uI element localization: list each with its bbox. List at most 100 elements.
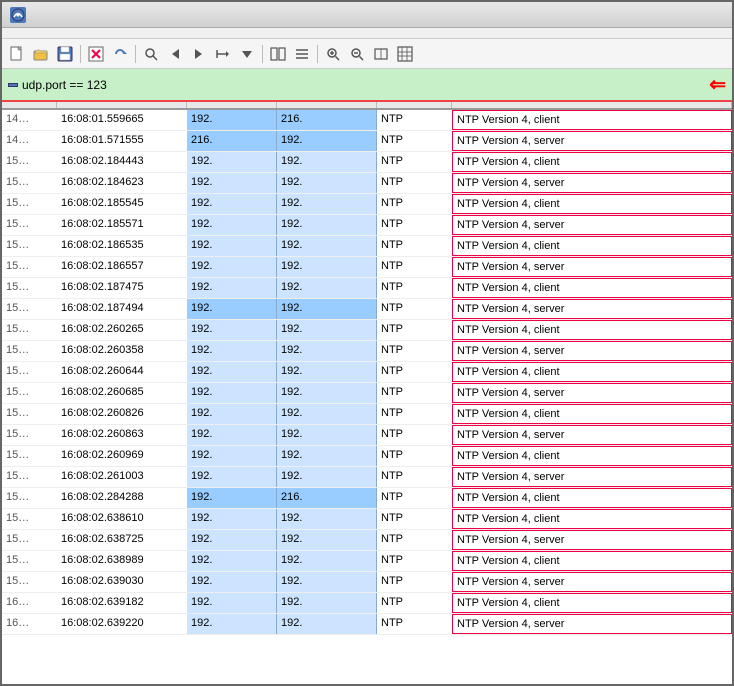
cell-source: 192. <box>187 467 277 487</box>
goto-button[interactable] <box>212 43 234 65</box>
cell-proto: NTP <box>377 131 452 151</box>
cell-time: 16:08:02.639182 <box>57 593 187 613</box>
cell-no: 15… <box>2 488 57 508</box>
table-row[interactable]: 15… 16:08:02.639030 192. 192. NTP NTP Ve… <box>2 572 732 593</box>
open-file-button[interactable] <box>30 43 52 65</box>
table-row[interactable]: 15… 16:08:02.185545 192. 192. NTP NTP Ve… <box>2 194 732 215</box>
menu-file[interactable] <box>6 30 22 36</box>
table-row[interactable]: 15… 16:08:02.184623 192. 192. NTP NTP Ve… <box>2 173 732 194</box>
cell-no: 15… <box>2 509 57 529</box>
table-row[interactable]: 15… 16:08:02.186535 192. 192. NTP NTP Ve… <box>2 236 732 257</box>
cell-time: 16:08:02.260358 <box>57 341 187 361</box>
cell-source: 192. <box>187 551 277 571</box>
cell-no: 15… <box>2 530 57 550</box>
table-row[interactable]: 15… 16:08:02.187475 192. 192. NTP NTP Ve… <box>2 278 732 299</box>
cell-proto: NTP <box>377 299 452 319</box>
table-row[interactable]: 15… 16:08:02.261003 192. 192. NTP NTP Ve… <box>2 467 732 488</box>
cell-source: 192. <box>187 110 277 130</box>
menu-edit[interactable] <box>24 30 40 36</box>
columns-button[interactable] <box>267 43 289 65</box>
cell-time: 16:08:01.559665 <box>57 110 187 130</box>
cell-info: NTP Version 4, server <box>452 173 732 193</box>
menu-wireless[interactable] <box>150 30 166 36</box>
table-row[interactable]: 15… 16:08:02.260685 192. 192. NTP NTP Ve… <box>2 383 732 404</box>
find-packet-button[interactable] <box>140 43 162 65</box>
cell-source: 192. <box>187 152 277 172</box>
cell-proto: NTP <box>377 467 452 487</box>
cell-dest: 192. <box>277 299 377 319</box>
reload-button[interactable] <box>109 43 131 65</box>
cell-source: 192. <box>187 341 277 361</box>
cell-no: 15… <box>2 362 57 382</box>
cell-source: 192. <box>187 425 277 445</box>
cell-no: 15… <box>2 404 57 424</box>
table-row[interactable]: 15… 16:08:02.638725 192. 192. NTP NTP Ve… <box>2 530 732 551</box>
cell-proto: NTP <box>377 509 452 529</box>
menu-statistics[interactable] <box>114 30 130 36</box>
cell-proto: NTP <box>377 257 452 277</box>
cell-info: NTP Version 4, server <box>452 299 732 319</box>
table-row[interactable]: 15… 16:08:02.186557 192. 192. NTP NTP Ve… <box>2 257 732 278</box>
table-row[interactable]: 15… 16:08:02.185571 192. 192. NTP NTP Ve… <box>2 215 732 236</box>
cell-source: 192. <box>187 236 277 256</box>
cell-dest: 192. <box>277 278 377 298</box>
table-row[interactable]: 14… 16:08:01.571555 216. 192. NTP NTP Ve… <box>2 131 732 152</box>
menu-help[interactable] <box>186 30 202 36</box>
cell-dest: 192. <box>277 194 377 214</box>
table-row[interactable]: 15… 16:08:02.638989 192. 192. NTP NTP Ve… <box>2 551 732 572</box>
reset-zoom-button[interactable] <box>370 43 392 65</box>
menu-analyze[interactable] <box>96 30 112 36</box>
packet-list: 14… 16:08:01.559665 192. 216. NTP NTP Ve… <box>2 110 732 684</box>
sep1 <box>80 45 81 63</box>
cell-no: 15… <box>2 173 57 193</box>
cell-info: NTP Version 4, server <box>452 614 732 634</box>
table-row[interactable]: 15… 16:08:02.284288 192. 216. NTP NTP Ve… <box>2 488 732 509</box>
table-row[interactable]: 14… 16:08:01.559665 192. 216. NTP NTP Ve… <box>2 110 732 131</box>
filter-bar: ⇐ <box>2 69 732 102</box>
cell-no: 14… <box>2 131 57 151</box>
menu-bar <box>2 28 732 39</box>
table-row[interactable]: 15… 16:08:02.638610 192. 192. NTP NTP Ve… <box>2 509 732 530</box>
cell-dest: 192. <box>277 467 377 487</box>
menu-view[interactable] <box>42 30 58 36</box>
table-row[interactable]: 16… 16:08:02.639182 192. 192. NTP NTP Ve… <box>2 593 732 614</box>
cell-dest: 192. <box>277 152 377 172</box>
new-file-button[interactable] <box>6 43 28 65</box>
save-file-button[interactable] <box>54 43 76 65</box>
cell-source: 192. <box>187 383 277 403</box>
table-row[interactable]: 15… 16:08:02.260863 192. 192. NTP NTP Ve… <box>2 425 732 446</box>
cell-info: NTP Version 4, server <box>452 257 732 277</box>
menu-capture[interactable] <box>78 30 94 36</box>
zoom-out-button[interactable] <box>346 43 368 65</box>
table-row[interactable]: 15… 16:08:02.187494 192. 192. NTP NTP Ve… <box>2 299 732 320</box>
menu-telephony[interactable] <box>132 30 148 36</box>
cell-info: NTP Version 4, client <box>452 236 732 256</box>
menu-go[interactable] <box>60 30 76 36</box>
table-row[interactable]: 15… 16:08:02.260358 192. 192. NTP NTP Ve… <box>2 341 732 362</box>
scroll-down-button[interactable] <box>236 43 258 65</box>
table-row[interactable]: 16… 16:08:02.639220 192. 192. NTP NTP Ve… <box>2 614 732 635</box>
table-row[interactable]: 15… 16:08:02.260826 192. 192. NTP NTP Ve… <box>2 404 732 425</box>
close-capture-button[interactable] <box>85 43 107 65</box>
back-button[interactable] <box>164 43 186 65</box>
sep2 <box>135 45 136 63</box>
forward-button[interactable] <box>188 43 210 65</box>
cell-dest: 192. <box>277 257 377 277</box>
table-row[interactable]: 15… 16:08:02.260969 192. 192. NTP NTP Ve… <box>2 446 732 467</box>
menu-tools[interactable] <box>168 30 184 36</box>
cell-info: NTP Version 4, server <box>452 467 732 487</box>
filter-input[interactable] <box>22 78 705 92</box>
cell-time: 16:08:02.638610 <box>57 509 187 529</box>
menu-button[interactable] <box>291 43 313 65</box>
cell-info: NTP Version 4, client <box>452 320 732 340</box>
table-row[interactable]: 15… 16:08:02.260644 192. 192. NTP NTP Ve… <box>2 362 732 383</box>
resize-columns-button[interactable] <box>394 43 416 65</box>
zoom-in-button[interactable] <box>322 43 344 65</box>
cell-info: NTP Version 4, client <box>452 509 732 529</box>
cell-proto: NTP <box>377 278 452 298</box>
col-no <box>2 102 57 108</box>
cell-source: 192. <box>187 614 277 634</box>
cell-info: NTP Version 4, client <box>452 488 732 508</box>
table-row[interactable]: 15… 16:08:02.184443 192. 192. NTP NTP Ve… <box>2 152 732 173</box>
table-row[interactable]: 15… 16:08:02.260265 192. 192. NTP NTP Ve… <box>2 320 732 341</box>
